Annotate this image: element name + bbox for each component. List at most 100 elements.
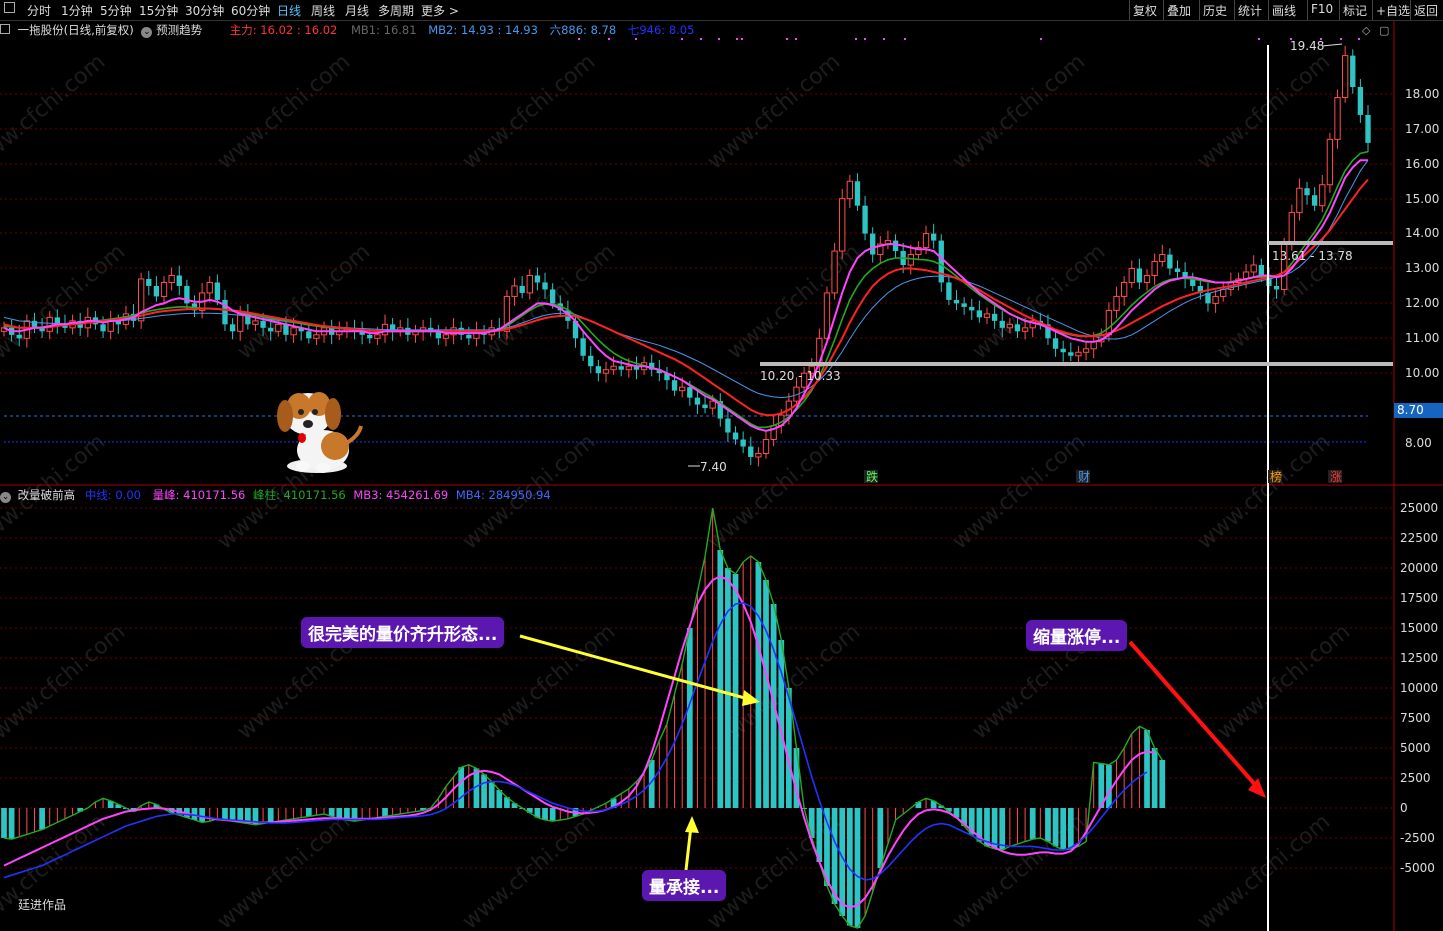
- candle-body: [229, 324, 236, 332]
- signal-dot: [1040, 38, 1042, 40]
- volume-bar: [725, 568, 731, 808]
- high-pointer: [1321, 43, 1343, 47]
- candle-body: [526, 274, 533, 294]
- watermark-text: www.cfchi.com: [723, 239, 865, 364]
- candle-body: [625, 365, 633, 371]
- chevron-down-icon[interactable]: ⌄: [0, 492, 11, 503]
- stock-chart-canvas[interactable]: www.cfchi.com www.cfchi.com www.cfchi.com w…: [0, 0, 1443, 931]
- period-tab-2[interactable]: 5分钟: [100, 2, 132, 19]
- candle-body: [999, 320, 1005, 328]
- signal-dot: [883, 38, 885, 40]
- toolbar-btn-7[interactable]: +自选: [1376, 2, 1410, 19]
- period-toolbar: 分时 1分钟 5分钟 15分钟 30分钟 60分钟 日线 周线 月线 多周期 更多 > 复权 叠加 历史统…: [0, 0, 1443, 21]
- candle-body: [389, 324, 396, 332]
- watermark-text: www.cfchi.com: [1193, 809, 1335, 931]
- toolbar-btn-4[interactable]: 画线: [1272, 2, 1296, 19]
- candle-body: [976, 310, 983, 318]
- period-tab-10[interactable]: 更多 >: [421, 2, 459, 19]
- toolbar-btn-5[interactable]: F10: [1311, 2, 1333, 16]
- volume-tick-label: -2500: [1400, 831, 1435, 845]
- candle-body: [100, 324, 106, 332]
- volume-tick-label: 0: [1400, 801, 1408, 815]
- price-tick-label: 12.00: [1405, 296, 1439, 310]
- watermark-text: www.cfchi.com: [948, 429, 1090, 554]
- candle-body: [907, 254, 914, 266]
- candle-body: [1068, 352, 1074, 356]
- arrow-to-volume-support: [684, 825, 693, 871]
- candle-body: [1120, 281, 1128, 297]
- candle-body: [1258, 265, 1264, 276]
- toolbar-btn-8[interactable]: 返回: [1414, 2, 1438, 19]
- volume-tick-label: 2500: [1400, 771, 1431, 785]
- volume-tick-label: 7500: [1400, 711, 1431, 725]
- candle-body: [168, 274, 175, 283]
- candle-body: [1151, 261, 1158, 276]
- low-label: 7.40: [700, 460, 727, 474]
- candle-body: [588, 355, 594, 367]
- candle-body: [961, 303, 967, 307]
- volume-bar: [1151, 748, 1158, 808]
- candle-body: [1159, 254, 1166, 263]
- event-marker: 榜: [1270, 469, 1282, 484]
- candle-body: [1212, 295, 1219, 304]
- menu-toggle-icon[interactable]: [0, 24, 10, 34]
- signal-dot: [700, 38, 702, 40]
- period-tab-5[interactable]: 60分钟: [231, 2, 270, 19]
- candle-body: [1021, 327, 1029, 332]
- volume-tick-label: 25000: [1400, 501, 1438, 515]
- volume-tick-label: 17500: [1400, 591, 1438, 605]
- period-tab-4[interactable]: 30分钟: [185, 2, 224, 19]
- candle-body: [519, 285, 525, 293]
- candle-body: [610, 365, 617, 371]
- toolbar-btn-6[interactable]: 标记: [1343, 2, 1367, 19]
- period-tab-3[interactable]: 15分钟: [139, 2, 178, 19]
- volume-tick-label: -5000: [1400, 861, 1435, 875]
- menu-icon[interactable]: [4, 2, 15, 16]
- period-tab-9[interactable]: 多周期: [378, 2, 414, 19]
- toolbar-btn-3[interactable]: 统计: [1238, 2, 1262, 19]
- period-tab-6[interactable]: 日线: [277, 2, 301, 19]
- volume-tick-label: 12500: [1400, 651, 1438, 665]
- candle-body: [991, 313, 998, 321]
- candle-body: [1220, 288, 1227, 297]
- candle-body: [466, 334, 472, 339]
- liu-value: 六886: 8.78: [549, 23, 617, 37]
- sub-header: ⌄ 改量破前高 中线: 0.00 量峰: 410171.56 峰柱: 41017…: [0, 487, 551, 503]
- chevron-down-icon[interactable]: ⌄: [141, 27, 153, 38]
- restore-icon[interactable]: ▢: [1379, 24, 1389, 37]
- predict-trend-label[interactable]: 预测趋势: [156, 23, 202, 37]
- event-marker: 财: [1078, 470, 1090, 484]
- candle-body: [511, 285, 518, 297]
- signal-dot: [786, 38, 788, 40]
- zhongxian-value: 中线: 0.00: [84, 488, 141, 502]
- candle-body: [1006, 323, 1014, 329]
- candle-body: [1143, 274, 1151, 283]
- main-price-panel[interactable]: [0, 45, 1371, 467]
- period-tab-0[interactable]: 分时: [27, 2, 51, 19]
- collapse-icon[interactable]: ◇: [1362, 24, 1370, 37]
- candle-body: [922, 233, 930, 249]
- toolbar-divider: [1199, 0, 1200, 20]
- toolbar-btn-1[interactable]: 叠加: [1167, 2, 1191, 19]
- indicator-name[interactable]: 改量破前高: [18, 488, 76, 502]
- watermark-text: www.cfchi.com: [458, 809, 600, 931]
- candle-body: [160, 281, 168, 297]
- toolbar-btn-2[interactable]: 历史: [1203, 2, 1227, 19]
- candle-body: [846, 180, 853, 200]
- candle-body: [748, 446, 754, 457]
- toolbar-btn-0[interactable]: 复权: [1133, 2, 1157, 19]
- toolbar-divider: [1234, 0, 1235, 20]
- stock-title[interactable]: 一拖股份(日线,前复权): [18, 23, 134, 37]
- mb4-value: MB4: 284950.94: [455, 488, 551, 502]
- candle-body: [1357, 87, 1364, 115]
- candle-body: [1113, 295, 1120, 311]
- volume-bar: [488, 781, 495, 808]
- period-tab-7[interactable]: 周线: [311, 2, 335, 19]
- toolbar-divider: [1307, 0, 1308, 20]
- price-tick-label: 8.00: [1405, 436, 1432, 450]
- candle-body: [755, 452, 762, 458]
- period-tab-8[interactable]: 月线: [345, 2, 369, 19]
- period-tab-1[interactable]: 1分钟: [61, 2, 93, 19]
- signal-dot: [1290, 38, 1292, 40]
- candle-body: [290, 327, 297, 336]
